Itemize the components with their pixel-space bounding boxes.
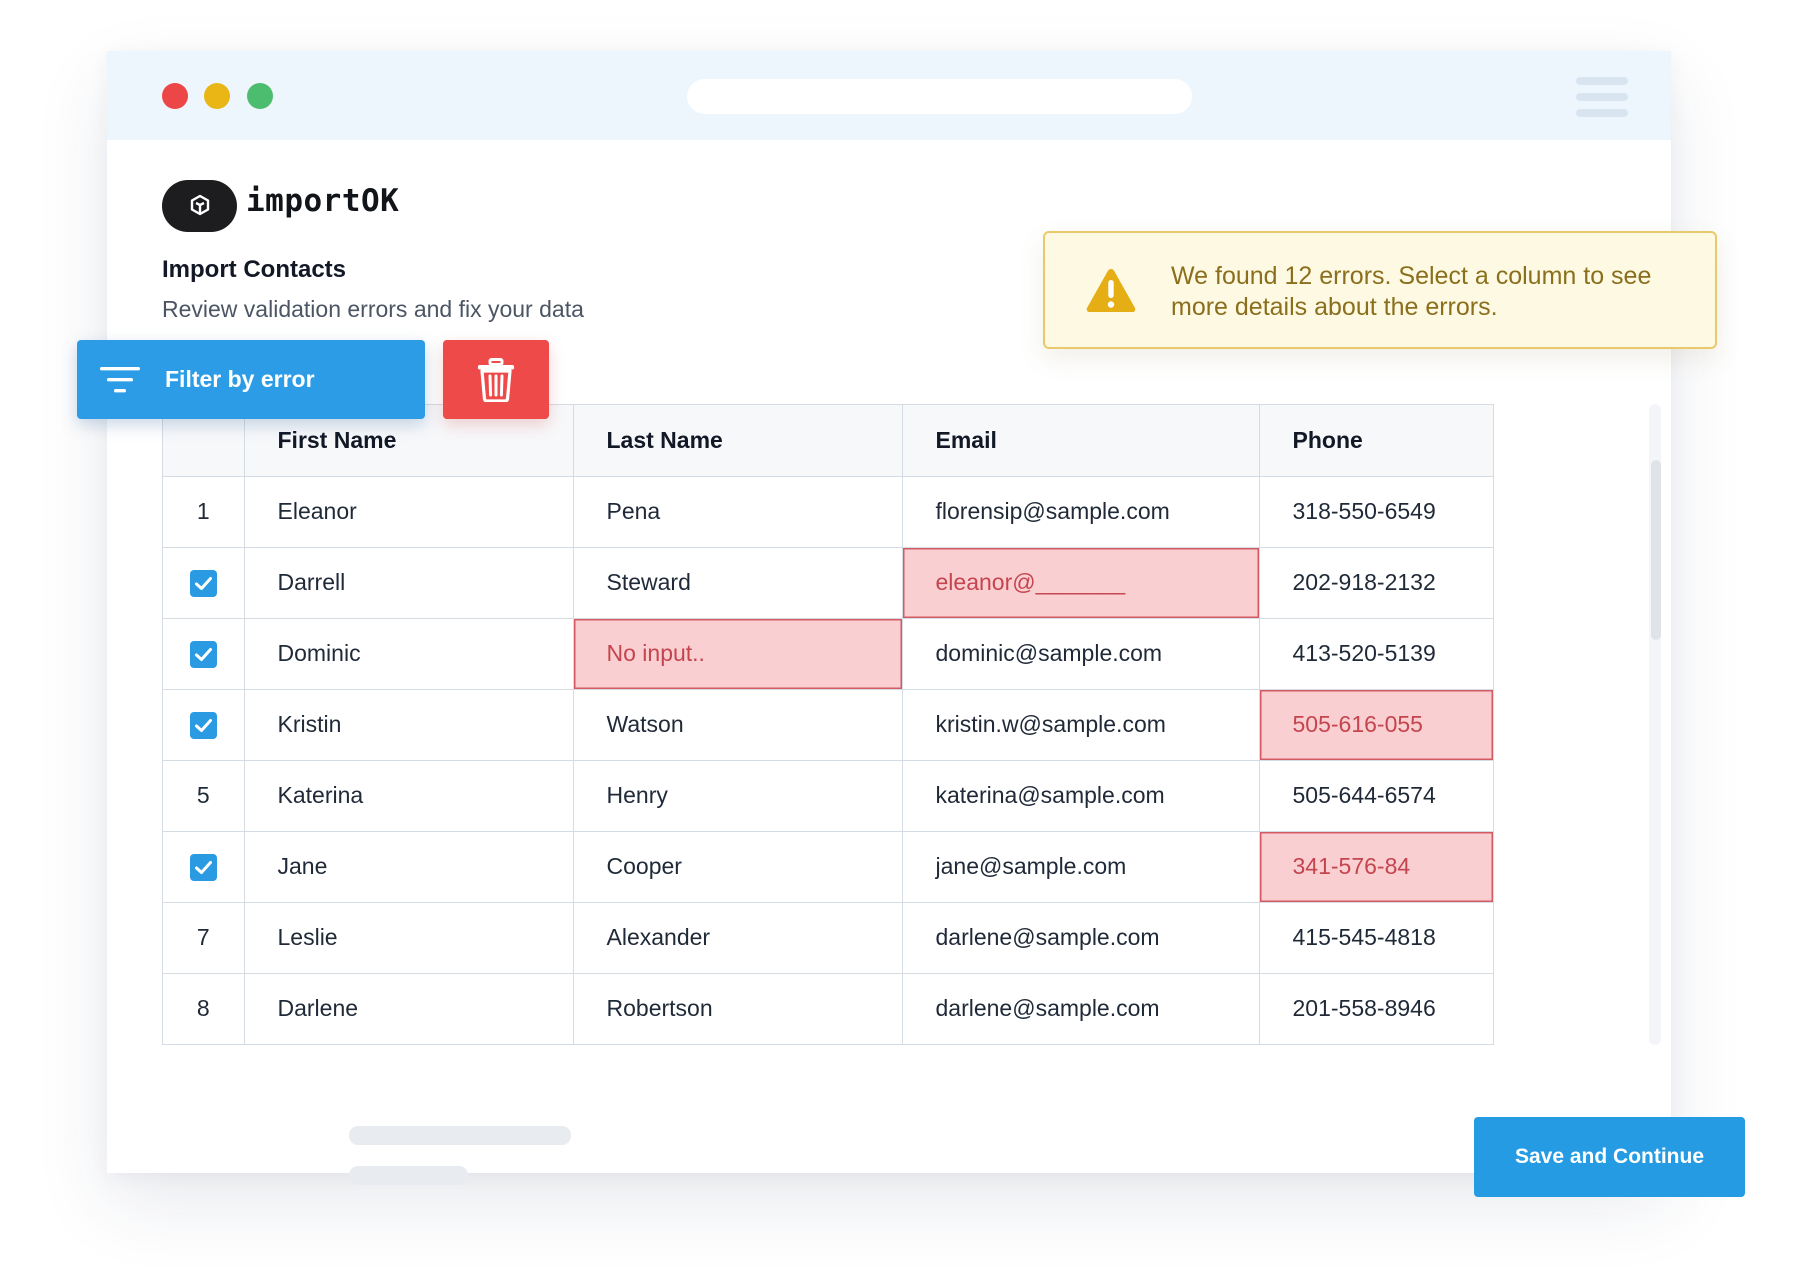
page-subtitle: Review validation errors and fix your da…: [162, 296, 584, 322]
table-row[interactable]: 1 Eleanor Pena florensip@sample.com 318-550-…: [163, 476, 1493, 548]
column-header-email[interactable]: Email: [902, 405, 1260, 477]
menu-icon[interactable]: [1576, 77, 1628, 117]
column-header-phone[interactable]: Phone: [1259, 405, 1493, 477]
row-number[interactable]: 1: [163, 476, 245, 548]
row-number[interactable]: 7: [163, 902, 245, 974]
table-body: 1 Eleanor Pena florensip@sample.com 318-550-…: [163, 476, 1493, 1044]
checkmark-icon: [194, 860, 212, 874]
save-and-continue-button[interactable]: Save and Continue: [1474, 1117, 1745, 1197]
contacts-table: First Name Last Name Email Phone 1 Eleano…: [162, 404, 1494, 1045]
browser-window: importOK Import Contacts Review validati…: [107, 51, 1745, 1197]
email-cell[interactable]: darlene@sample.com: [902, 973, 1260, 1044]
filter-by-error-button[interactable]: Filter by error: [77, 340, 425, 419]
row-checkbox[interactable]: [189, 640, 217, 668]
email-cell[interactable]: kristin.w@sample.com: [902, 689, 1260, 761]
row-checkbox-cell[interactable]: [163, 689, 245, 761]
last-name-cell[interactable]: Steward: [573, 547, 903, 619]
last-name-cell[interactable]: Robertson: [573, 973, 903, 1044]
minimize-window-dot[interactable]: [204, 83, 230, 109]
table-row[interactable]: 5 Katerina Henry katerina@sample.com 505-644…: [163, 760, 1493, 832]
delete-rows-button[interactable]: [443, 340, 549, 419]
first-name-cell[interactable]: Dominic: [244, 618, 574, 690]
first-name-cell[interactable]: Darlene: [244, 973, 574, 1044]
last-name-cell[interactable]: Watson: [573, 689, 903, 761]
phone-cell[interactable]: 505-644-6574: [1259, 760, 1493, 832]
row-checkbox-cell[interactable]: [163, 618, 245, 690]
row-number[interactable]: 8: [163, 973, 245, 1044]
table-row[interactable]: Dominic No input.. dominic@sample.com 413-5…: [163, 618, 1493, 690]
checkmark-icon: [194, 647, 212, 661]
last-name-cell[interactable]: No input..: [573, 618, 903, 690]
filter-button-label: Filter by error: [165, 366, 315, 392]
last-name-cell[interactable]: Henry: [573, 760, 903, 832]
maximize-window-dot[interactable]: [247, 83, 273, 109]
first-name-cell[interactable]: Leslie: [244, 902, 574, 974]
table-row[interactable]: Darrell Steward eleanor@_______ 202-918-213…: [163, 547, 1493, 619]
validation-alert: We found 12 errors. Select a column to s…: [1043, 231, 1717, 349]
row-checkbox-cell[interactable]: [163, 831, 245, 903]
address-bar[interactable]: [687, 79, 1192, 114]
phone-cell[interactable]: 415-545-4818: [1259, 902, 1493, 974]
last-name-cell[interactable]: Cooper: [573, 831, 903, 903]
phone-cell[interactable]: 341-576-84: [1259, 831, 1493, 903]
table-row[interactable]: Jane Cooper jane@sample.com 341-576-84: [163, 831, 1493, 903]
cube-logo-icon: [190, 194, 209, 216]
phone-cell[interactable]: 413-520-5139: [1259, 618, 1493, 690]
window-titlebar: [107, 51, 1671, 140]
phone-cell[interactable]: 505-616-055: [1259, 689, 1493, 761]
alert-message: We found 12 errors. Select a column to s…: [1171, 262, 1652, 321]
row-checkbox[interactable]: [189, 569, 217, 597]
phone-cell[interactable]: 202-918-2132: [1259, 547, 1493, 619]
placeholder-line: [349, 1166, 468, 1185]
first-name-cell[interactable]: Kristin: [244, 689, 574, 761]
row-checkbox[interactable]: [189, 711, 217, 739]
phone-cell[interactable]: 201-558-8946: [1259, 973, 1493, 1044]
warning-icon: [1086, 269, 1136, 312]
filter-icon: [100, 366, 140, 392]
email-cell[interactable]: darlene@sample.com: [902, 902, 1260, 974]
first-name-cell[interactable]: Darrell: [244, 547, 574, 619]
email-cell[interactable]: florensip@sample.com: [902, 476, 1260, 548]
email-cell[interactable]: dominic@sample.com: [902, 618, 1260, 690]
column-header-last-name[interactable]: Last Name: [573, 405, 903, 477]
logo-badge: [162, 180, 237, 232]
trash-icon: [478, 357, 514, 402]
first-name-cell[interactable]: Eleanor: [244, 476, 574, 548]
table-row[interactable]: 7 Leslie Alexander darlene@sample.com 415-54…: [163, 902, 1493, 974]
table-row[interactable]: 8 Darlene Robertson darlene@sample.com 201-5…: [163, 973, 1493, 1044]
last-name-cell[interactable]: Pena: [573, 476, 903, 548]
email-cell[interactable]: jane@sample.com: [902, 831, 1260, 903]
phone-cell[interactable]: 318-550-6549: [1259, 476, 1493, 548]
page-title: Import Contacts: [162, 256, 347, 283]
scrollbar-thumb[interactable]: [1651, 460, 1661, 640]
first-name-cell[interactable]: Jane: [244, 831, 574, 903]
checkmark-icon: [194, 718, 212, 732]
first-name-cell[interactable]: Katerina: [244, 760, 574, 832]
last-name-cell[interactable]: Alexander: [573, 902, 903, 974]
email-cell[interactable]: eleanor@_______: [902, 547, 1260, 619]
placeholder-line: [349, 1126, 571, 1145]
checkmark-icon: [194, 576, 212, 590]
app-logo-text: importOK: [246, 183, 400, 219]
row-checkbox-cell[interactable]: [163, 547, 245, 619]
row-number[interactable]: 5: [163, 760, 245, 832]
table-row[interactable]: Kristin Watson kristin.w@sample.com 505-616…: [163, 689, 1493, 761]
close-window-dot[interactable]: [162, 83, 188, 109]
email-cell[interactable]: katerina@sample.com: [902, 760, 1260, 832]
row-checkbox[interactable]: [189, 853, 217, 881]
